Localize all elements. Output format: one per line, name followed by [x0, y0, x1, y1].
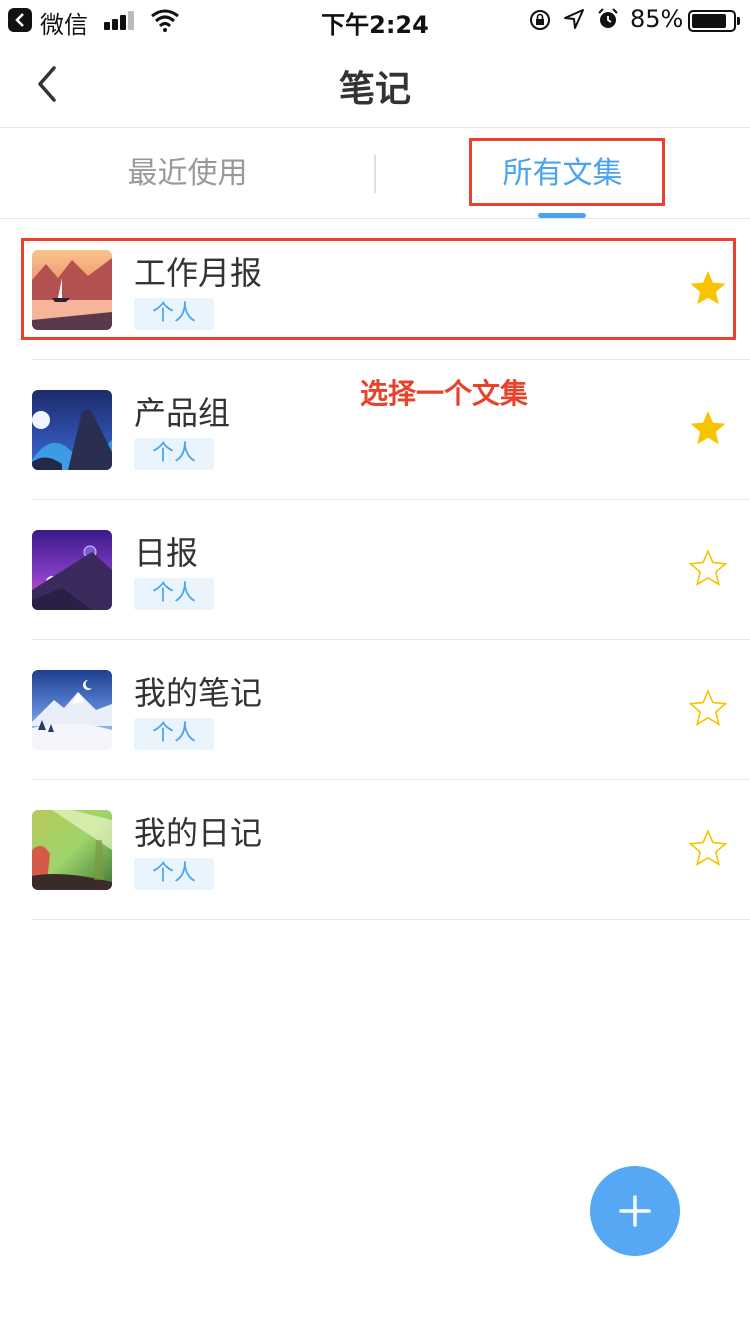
- star-filled-icon[interactable]: [688, 408, 728, 448]
- notebook-list: 工作月报 个人 产品组 个人 日报 个人 我的笔记 个人 我的日记 个人: [0, 220, 750, 920]
- status-bar: 微信 下午2:24 85%: [0, 0, 750, 40]
- notebook-thumbnail: [32, 810, 112, 890]
- location-icon: [564, 9, 584, 29]
- battery-tip: [737, 17, 740, 25]
- row-highlight-box: [21, 238, 736, 340]
- battery-icon: [688, 10, 736, 32]
- notebook-tag: 个人: [134, 858, 214, 890]
- nav-bar: 笔记: [0, 40, 750, 128]
- notebook-tag: 个人: [134, 438, 214, 470]
- notebook-thumbnail: [32, 390, 112, 470]
- star-outline-icon[interactable]: [688, 688, 728, 728]
- row-divider: [32, 919, 750, 920]
- notebook-row[interactable]: 日报 个人: [0, 500, 750, 640]
- notebook-title: 产品组: [134, 394, 231, 432]
- tab-bar: 最近使用 所有文集: [0, 129, 750, 219]
- page-title: 笔记: [338, 69, 411, 110]
- notebook-row[interactable]: 我的日记 个人: [0, 780, 750, 920]
- plus-icon: [619, 1195, 651, 1227]
- add-notebook-button[interactable]: [590, 1166, 680, 1256]
- star-outline-icon[interactable]: [688, 548, 728, 588]
- notebook-thumbnail: [32, 530, 112, 610]
- star-outline-icon[interactable]: [688, 828, 728, 868]
- tab-highlight-box: [469, 138, 665, 206]
- notebook-tag: 个人: [134, 578, 214, 610]
- orientation-lock-icon: [530, 10, 550, 30]
- notebook-title: 日报: [134, 534, 199, 572]
- notebook-row[interactable]: 工作月报 个人: [0, 220, 750, 360]
- alarm-icon: [598, 8, 618, 28]
- notebook-title: 我的日记: [134, 814, 263, 852]
- battery-percent: 85%: [630, 5, 684, 33]
- annotation-label: 选择一个文集: [360, 377, 529, 410]
- tab-recent[interactable]: 最近使用: [0, 129, 375, 219]
- notebook-row[interactable]: 我的笔记 个人: [0, 640, 750, 780]
- notebook-title: 我的笔记: [134, 674, 263, 712]
- notebook-tag: 个人: [134, 718, 214, 750]
- notebook-thumbnail: [32, 670, 112, 750]
- tab-active-indicator: [538, 213, 586, 218]
